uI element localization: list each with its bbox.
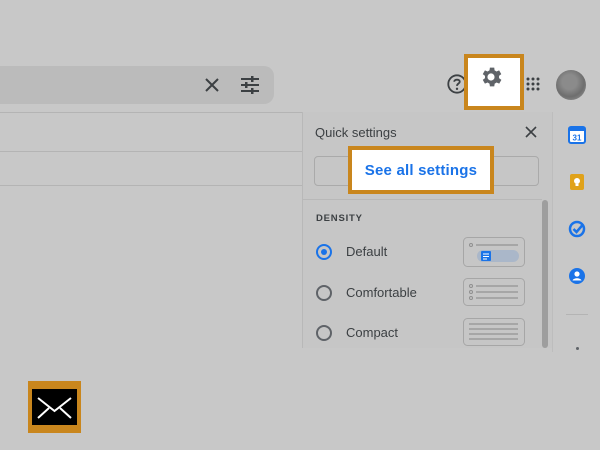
close-icon[interactable] xyxy=(200,73,224,97)
keep-icon[interactable] xyxy=(568,173,586,191)
contacts-icon[interactable] xyxy=(568,267,586,285)
side-rail-divider xyxy=(552,112,553,352)
quick-settings-scrollbar[interactable] xyxy=(542,200,548,348)
see-all-settings-button[interactable]: See all settings xyxy=(348,146,494,194)
density-option-label: Comfortable xyxy=(346,285,417,300)
divider xyxy=(0,112,302,113)
calendar-icon[interactable]: 31 xyxy=(568,126,586,144)
more-indicator-icon xyxy=(576,347,579,350)
avatar[interactable] xyxy=(556,70,586,100)
side-rail-separator xyxy=(566,314,588,315)
density-preview-compact[interactable] xyxy=(463,318,525,346)
tune-icon[interactable] xyxy=(238,73,262,97)
divider xyxy=(0,151,302,152)
density-preview-comfortable[interactable] xyxy=(463,278,525,306)
density-option-label: Compact xyxy=(346,325,399,340)
quick-settings-title: Quick settings xyxy=(315,125,397,140)
density-radio-compact[interactable] xyxy=(316,325,332,341)
apps-grid-icon[interactable] xyxy=(526,77,540,91)
calendar-day: 31 xyxy=(573,134,582,143)
density-preview-default[interactable] xyxy=(463,237,525,267)
close-icon[interactable] xyxy=(524,125,538,139)
divider xyxy=(0,185,302,186)
density-heading: DENSITY xyxy=(316,213,363,224)
tasks-icon[interactable] xyxy=(568,220,586,238)
see-all-settings-label: See all settings xyxy=(364,161,478,179)
density-radio-default[interactable] xyxy=(316,244,332,260)
density-radio-comfortable[interactable] xyxy=(316,285,332,301)
search-bar[interactable] xyxy=(0,66,274,104)
divider xyxy=(302,199,542,200)
envelope-icon xyxy=(32,389,77,425)
gear-icon[interactable] xyxy=(478,64,504,90)
density-option-label: Default xyxy=(346,244,388,259)
